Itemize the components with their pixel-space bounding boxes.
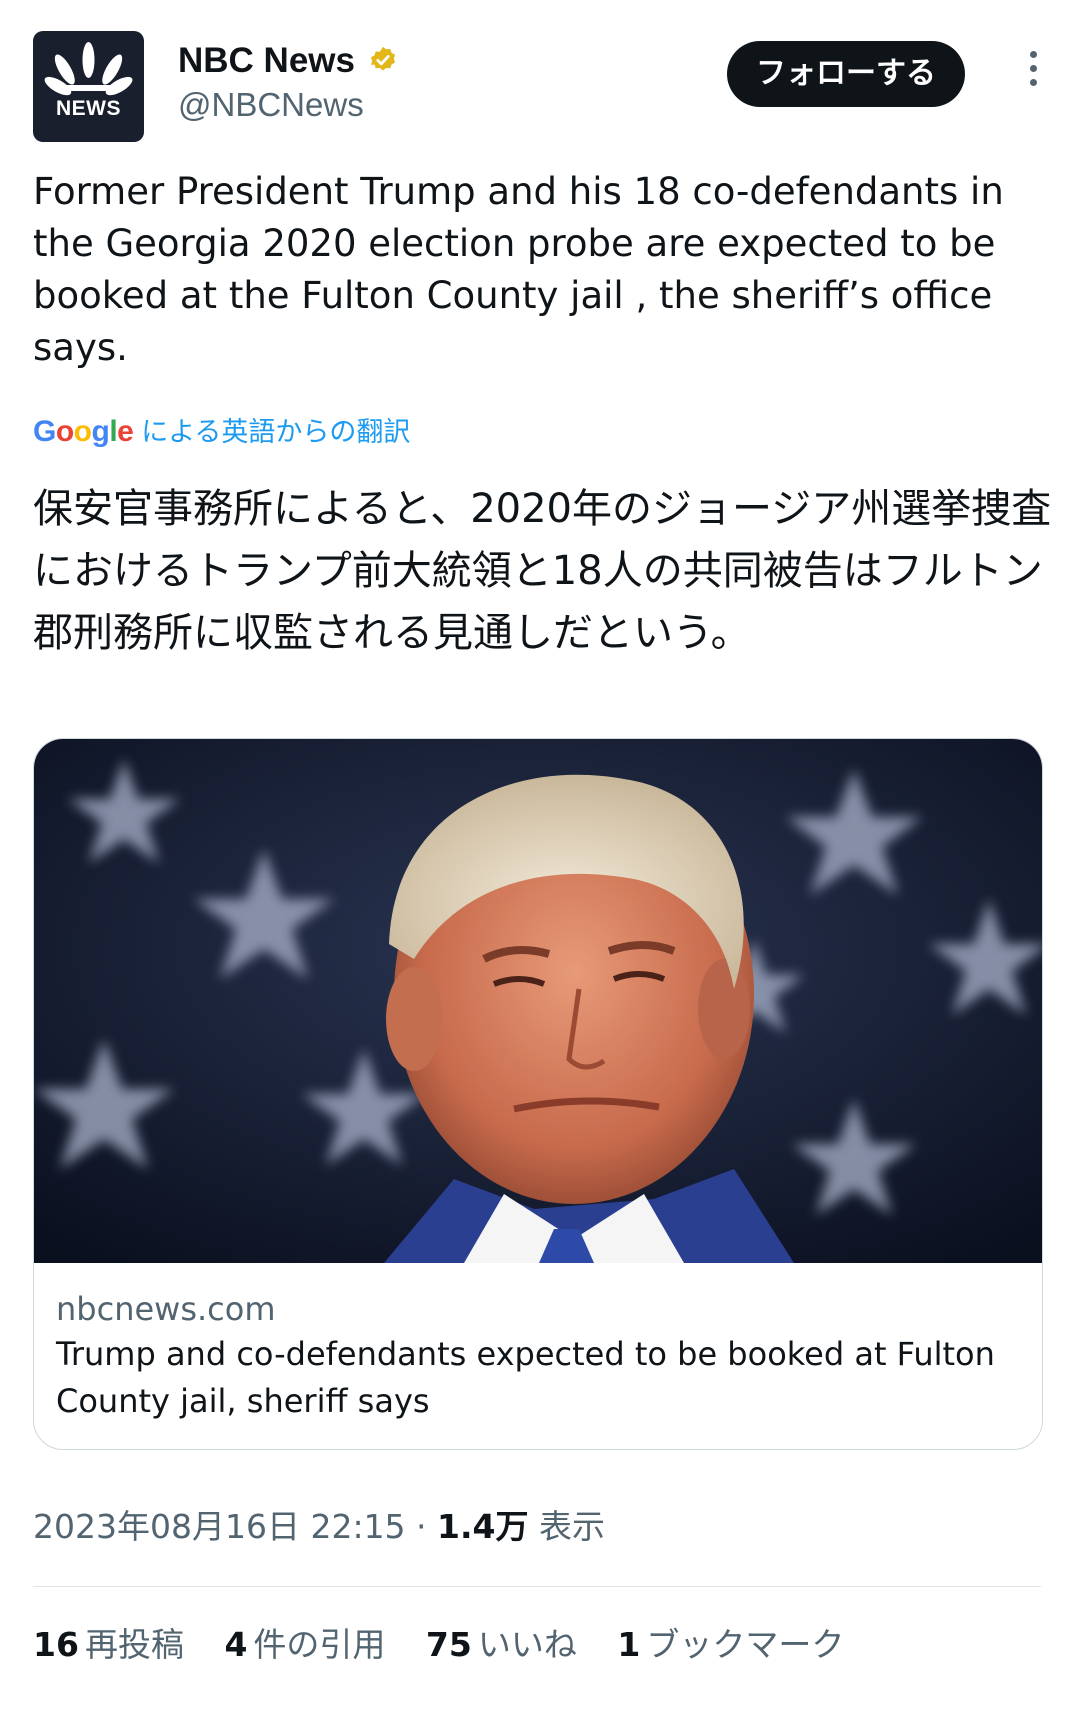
card-meta: nbcnews.com Trump and co-defendants expe… bbox=[56, 1287, 1026, 1425]
card-title: Trump and co-defendants expected to be b… bbox=[56, 1335, 995, 1420]
translated-text: 保安官事務所によると、2020年のジョージア州選挙捜査におけるトランプ前大統領と… bbox=[33, 486, 1052, 656]
stat-reposts[interactable]: 16 再投稿 bbox=[33, 1623, 184, 1667]
translation-attribution[interactable]: Google による英語からの翻訳 bbox=[33, 412, 410, 452]
tweet-meta: 2023年08月16日 22:15 · 1.4万 表示 bbox=[33, 1505, 605, 1549]
stat-likes[interactable]: 75 いいね bbox=[426, 1623, 577, 1667]
timestamp[interactable]: 2023年08月16日 22:15 bbox=[33, 1507, 406, 1546]
follow-button[interactable]: フォローする bbox=[727, 41, 965, 107]
views-label: 表示 bbox=[528, 1507, 606, 1546]
author-info: NBC News @NBCNews bbox=[178, 39, 398, 127]
link-card[interactable]: nbcnews.com Trump and co-defendants expe… bbox=[33, 738, 1043, 1450]
meta-separator: · bbox=[405, 1507, 438, 1546]
tweet-text: Former President Trump and his 18 co-def… bbox=[33, 170, 1004, 369]
nbc-peacock-logo bbox=[44, 42, 133, 96]
divider bbox=[33, 1586, 1041, 1587]
views-count: 1.4万 bbox=[437, 1507, 529, 1546]
engagement-stats: 16 再投稿 4 件の引用 75 いいね 1 ブックマーク bbox=[33, 1623, 874, 1667]
card-domain: nbcnews.com bbox=[56, 1290, 276, 1328]
card-image bbox=[34, 739, 1042, 1263]
display-name[interactable]: NBC News bbox=[178, 39, 355, 83]
stat-bookmarks[interactable]: 1 ブックマーク bbox=[617, 1623, 844, 1667]
avatar-text: NEWS bbox=[56, 97, 121, 120]
google-logo-text: Google bbox=[33, 415, 134, 448]
handle[interactable]: @NBCNews bbox=[178, 83, 398, 127]
verified-badge-icon[interactable] bbox=[368, 45, 398, 79]
translation-label: による英語からの翻訳 bbox=[141, 417, 411, 448]
more-icon[interactable] bbox=[1018, 51, 1048, 101]
avatar[interactable]: NEWS bbox=[33, 31, 144, 142]
stat-quotes[interactable]: 4 件の引用 bbox=[224, 1623, 385, 1667]
tweet-header: NEWS NBC News @NBCNews フォローする bbox=[33, 31, 1047, 143]
